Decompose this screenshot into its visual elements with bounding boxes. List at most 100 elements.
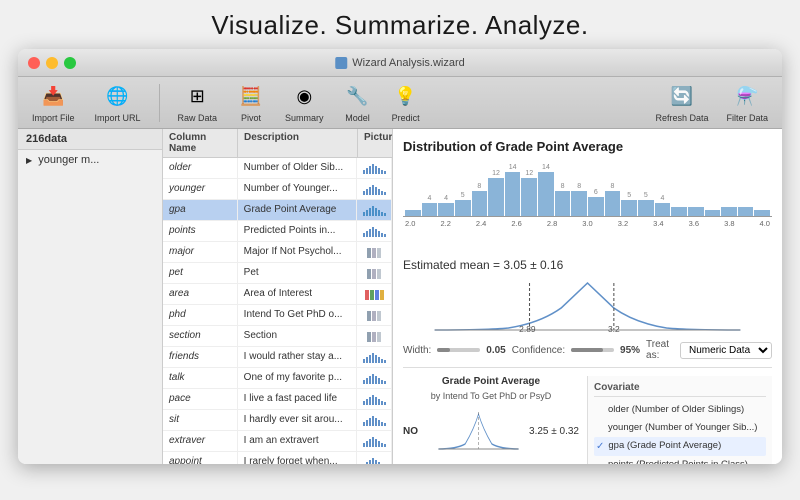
table-row[interactable]: pointsPredicted Points in... (163, 221, 392, 242)
dist-axis-label: 3.0 (582, 219, 592, 228)
dist-axis-label: 2.8 (547, 219, 557, 228)
minimize-button[interactable] (46, 57, 58, 69)
refresh-data-button[interactable]: 🔄 Refresh Data (649, 81, 714, 125)
checkmark-icon: ✓ (596, 440, 604, 454)
cell-name: pet (163, 263, 238, 283)
cell-desc: Number of Older Sib... (238, 158, 357, 178)
cell-pic (357, 305, 392, 325)
dist-bar-item (405, 209, 421, 216)
analysis-title: Distribution of Grade Point Average (403, 139, 772, 154)
covariate-item[interactable]: points (Predicted Points in Class) (594, 456, 766, 464)
dist-bar-item: 8 (605, 183, 621, 216)
table-row[interactable]: paceI live a fast paced life (163, 389, 392, 410)
cell-name: younger (163, 179, 238, 199)
summary-button[interactable]: ◉ Summary (279, 81, 330, 125)
table-row[interactable]: talkOne of my favorite p... (163, 368, 392, 389)
table-row[interactable]: gpaGrade Point Average (163, 200, 392, 221)
covariate-item[interactable]: younger (Number of Younger Sib...) (594, 419, 766, 437)
dist-axis-label: 3.2 (618, 219, 628, 228)
table-row[interactable]: extraverI am an extravert (163, 431, 392, 452)
cell-pic (357, 326, 392, 346)
filter-data-button[interactable]: ⚗️ Filter Data (720, 81, 774, 125)
cell-desc: I rarely forget when... (238, 452, 357, 464)
pivot-button[interactable]: 🧮 Pivot (231, 81, 271, 125)
covariate-item[interactable]: ✓gpa (Grade Point Average) (594, 437, 766, 456)
dist-bar-item: 4 (438, 195, 454, 216)
svg-text:2.89: 2.89 (519, 325, 536, 333)
group-stat-no: 3.25 ± 0.32 (529, 426, 579, 437)
import-url-icon: 🌐 (104, 83, 132, 111)
table-row[interactable]: olderNumber of Older Sib... (163, 158, 392, 179)
table-row[interactable]: sectionSection (163, 326, 392, 347)
data-table: Column Name Description Picture olderNum… (163, 129, 393, 464)
dist-bar-item: 14 (538, 164, 554, 216)
import-file-icon: 📥 (39, 83, 67, 111)
toolbar: 📥 Import File 🌐 Import URL ⊞ Raw Data 🧮 … (18, 77, 782, 129)
sidebar-item-youngerm[interactable]: younger m... (18, 150, 162, 171)
predict-button[interactable]: 💡 Predict (386, 81, 426, 125)
cell-pic (357, 452, 392, 464)
cell-desc: Intend To Get PhD o... (238, 305, 357, 325)
import-file-button[interactable]: 📥 Import File (26, 81, 81, 125)
raw-data-button[interactable]: ⊞ Raw Data (172, 81, 224, 125)
close-button[interactable] (28, 57, 40, 69)
cell-desc: Area of Interest (238, 284, 357, 304)
cell-pic (357, 389, 392, 409)
model-button[interactable]: 🔧 Model (338, 81, 378, 125)
dist-axis-label: 4.0 (760, 219, 770, 228)
dist-bar-item (671, 206, 687, 216)
dist-bar-item: 14 (505, 164, 521, 216)
app-window: Wizard Analysis.wizard 📥 Import File 🌐 I… (18, 49, 782, 464)
group-chart-title: Grade Point Average (403, 376, 579, 387)
confidence-slider[interactable] (571, 348, 614, 352)
table-row[interactable]: phdIntend To Get PhD o... (163, 305, 392, 326)
table-row[interactable]: sitI hardly ever sit arou... (163, 410, 392, 431)
dist-bar-item: 5 (621, 192, 637, 216)
covariate-item-label: younger (Number of Younger Sib...) (608, 421, 757, 435)
dist-bar-item (688, 206, 704, 216)
dist-axis-label: 3.4 (653, 219, 663, 228)
width-slider[interactable] (437, 348, 480, 352)
cell-desc: I would rather stay a... (238, 347, 357, 367)
dist-axis: 2.02.22.42.62.83.03.23.43.63.84.0 (403, 217, 772, 228)
table-row[interactable]: youngerNumber of Younger... (163, 179, 392, 200)
cell-pic (357, 347, 392, 367)
table-row[interactable]: friendsI would rather stay a... (163, 347, 392, 368)
maximize-button[interactable] (64, 57, 76, 69)
refresh-icon: 🔄 (668, 83, 696, 111)
cell-pic (357, 410, 392, 430)
dist-bar-item (738, 206, 754, 216)
normal-curve: 2.89 3.2 (403, 278, 772, 333)
cell-pic (357, 368, 392, 388)
treat-as-label: Treat as: (646, 339, 674, 361)
col-header-desc: Description (238, 129, 358, 157)
covariate-item[interactable]: older (Number of Older Siblings) (594, 401, 766, 419)
banner-text: Visualize. Summarize. Analyze. (211, 10, 588, 40)
cell-pic (357, 242, 392, 262)
distribution-chart: 4458121412148868554 2.02.22.42.62.83.03.… (403, 162, 772, 252)
table-row[interactable]: petPet (163, 263, 392, 284)
table-row[interactable]: majorMajor If Not Psychol... (163, 242, 392, 263)
dist-bar-item: 6 (588, 189, 604, 216)
table-body: olderNumber of Older Sib...youngerNumber… (163, 158, 392, 464)
table-row[interactable]: areaArea of Interest (163, 284, 392, 305)
width-label: Width: (403, 345, 431, 356)
cell-desc: Predicted Points in... (238, 221, 357, 241)
cell-name: pace (163, 389, 238, 409)
cell-name: talk (163, 368, 238, 388)
dist-bar-item: 8 (571, 183, 587, 216)
app-banner: Visualize. Summarize. Analyze. (0, 0, 800, 49)
import-url-button[interactable]: 🌐 Import URL (89, 81, 147, 125)
cell-pic (357, 431, 392, 451)
treat-as-select[interactable]: Numeric Data (680, 342, 772, 359)
table-row[interactable]: appointI rarely forget when... (163, 452, 392, 464)
cell-desc: Number of Younger... (238, 179, 357, 199)
group-comparison: Grade Point Average by Intend To Get PhD… (403, 376, 772, 464)
cell-desc: Grade Point Average (238, 200, 357, 220)
cell-name: gpa (163, 200, 238, 220)
main-content: 216data younger m... Column Name Descrip… (18, 129, 782, 464)
dist-bar-item: 12 (521, 170, 537, 216)
dist-bar-item: 8 (472, 183, 488, 216)
table-header: Column Name Description Picture (163, 129, 392, 158)
cell-desc: I hardly ever sit arou... (238, 410, 357, 430)
